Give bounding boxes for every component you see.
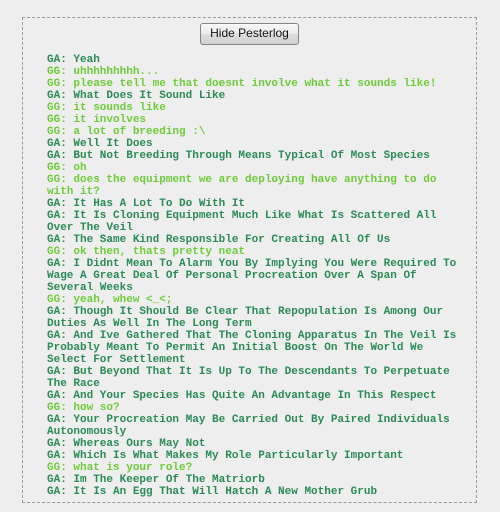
chat-line: GA: It Is Cloning Equipment Much Like Wh… <box>47 210 437 234</box>
chat-line: GG: it sounds like <box>47 102 166 114</box>
chat-line: GA: It Has A Lot To Do With It <box>47 198 246 210</box>
chat-line: GG: what is your role? <box>47 462 193 474</box>
chat-line: GA: Im The Keeper Of The Matriorb <box>47 474 265 486</box>
chat-line: GA: And Ive Gathered That The Cloning Ap… <box>47 330 457 366</box>
pesterlog-toggle-row: Hide Pesterlog <box>23 18 476 54</box>
chat-line: GG: ok then, thats pretty neat <box>47 246 246 258</box>
chat-line: GA: The Same Kind Responsible For Creati… <box>47 234 391 246</box>
chat-line: GG: does the equipment we are deploying … <box>47 174 437 198</box>
chat-line: GA: I Didnt Mean To Alarm You By Implyin… <box>47 258 457 294</box>
chat-line: GG: uhhhhhhhhh... <box>47 66 160 78</box>
chat-line: GG: yeah, whew <_<; <box>47 294 173 306</box>
chat-line: GA: But Beyond That It Is Up To The Desc… <box>47 366 450 390</box>
chat-line: GA: Well It Does <box>47 138 153 150</box>
chat-line: GA: But Not Breeding Through Means Typic… <box>47 150 430 162</box>
chat-line: GA: And Your Species Has Quite An Advant… <box>47 390 437 402</box>
page-root: Hide Pesterlog GA: Yeah GG: uhhhhhhhhh...… <box>0 0 500 512</box>
chat-line: GG: please tell me that doesnt involve w… <box>47 78 437 90</box>
chat-line: GG: how so? <box>47 402 120 414</box>
chat-line: GG: oh <box>47 162 87 174</box>
hide-pesterlog-button[interactable]: Hide Pesterlog <box>200 23 299 45</box>
pesterlog-transcript: GA: Yeah GG: uhhhhhhhhh... GG: please tell… <box>23 54 476 498</box>
chat-line: GG: a lot of breeding :\ <box>47 126 206 138</box>
chat-line: GA: Though It Should Be Clear That Repop… <box>47 306 444 330</box>
chat-line: GA: Yeah <box>47 54 100 66</box>
chat-line: GA: What Does It Sound Like <box>47 90 226 102</box>
pesterlog-container: Hide Pesterlog GA: Yeah GG: uhhhhhhhhh...… <box>22 17 477 503</box>
chat-line: GA: Your Procreation May Be Carried Out … <box>47 414 450 438</box>
chat-line: GA: Whereas Ours May Not <box>47 438 206 450</box>
chat-line: GG: it involves <box>47 114 147 126</box>
chat-line: GA: Which Is What Makes My Role Particul… <box>47 450 404 462</box>
chat-line: GA: It Is An Egg That Will Hatch A New M… <box>47 486 378 498</box>
